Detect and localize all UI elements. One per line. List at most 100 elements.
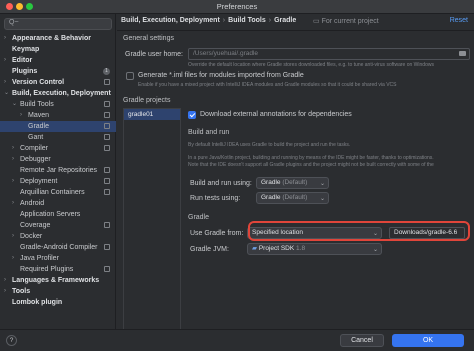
sidebar-item-appearance-behavior[interactable]: › Appearance & Behavior <box>0 33 116 44</box>
breadcrumb: Build, Execution, Deployment › Build Tools… <box>121 17 296 24</box>
project-scope-icon <box>104 134 110 140</box>
sidebar-item-compiler[interactable]: › Compiler <box>0 143 116 154</box>
sidebar-item-label: Android <box>20 200 45 207</box>
sidebar-item-label: Java Profiler <box>20 255 59 262</box>
chevron-right-icon[interactable]: › <box>12 231 19 242</box>
build-run-using-select[interactable]: Gradle (Default) ⌄ <box>256 177 329 189</box>
sidebar-item-build-execution-deployment[interactable]: ⌄ Build, Execution, Deployment <box>0 88 116 99</box>
sidebar-item-languages-frameworks[interactable]: › Languages & Frameworks <box>0 275 116 286</box>
highlight-outline <box>248 221 470 241</box>
project-scope-icon <box>104 145 110 151</box>
build-run-using-label: Build and run using: <box>190 180 252 187</box>
chevron-right-icon[interactable]: › <box>4 33 11 44</box>
reset-link[interactable]: Reset <box>450 17 468 24</box>
sidebar-item-label: Gradle-Android Compiler <box>20 244 98 251</box>
sidebar-item-label: Appearance & Behavior <box>12 35 91 42</box>
gradle-projects-heading: Gradle projects <box>123 97 171 104</box>
chevron-right-icon[interactable]: › <box>4 286 11 297</box>
gradle-jvm-select[interactable]: ▰ Project SDK 1.8 ⌄ <box>247 243 382 255</box>
sidebar-item-editor[interactable]: › Editor <box>0 55 116 66</box>
sidebar-item-label: Build Tools <box>20 101 54 108</box>
ok-button[interactable]: OK <box>392 334 464 347</box>
generate-iml-label: Generate *.iml files for modules importe… <box>138 72 304 79</box>
sidebar-item-label: Docker <box>20 233 43 240</box>
breadcrumb-item[interactable]: Build Tools <box>228 17 266 24</box>
sidebar-item-label: Languages & Frameworks <box>12 277 100 284</box>
sidebar-item-plugins[interactable]: Plugins 1 <box>0 66 116 77</box>
project-scope-icon <box>104 112 110 118</box>
sidebar-item-gradle-android-compiler[interactable]: Gradle-Android Compiler <box>0 242 116 253</box>
sidebar-item-required-plugins[interactable]: Required Plugins <box>0 264 116 275</box>
chevron-right-icon[interactable]: › <box>12 176 19 187</box>
window-title: Preferences <box>216 2 258 11</box>
list-item[interactable]: gradle01 <box>124 109 180 120</box>
download-annotations-checkbox[interactable] <box>188 111 196 119</box>
chevron-right-icon[interactable]: › <box>4 77 11 88</box>
run-tests-using-select[interactable]: Gradle (Default) ⌄ <box>256 192 329 204</box>
sidebar-item-label: Gradle <box>28 123 50 130</box>
chevron-right-icon: › <box>268 17 272 24</box>
settings-search-input[interactable]: Q~ <box>4 18 112 30</box>
chevron-right-icon[interactable]: › <box>4 55 11 66</box>
project-scope-label: ▭ For current project <box>313 18 379 25</box>
sidebar-item-label: Plugins <box>12 68 38 75</box>
project-scope-icon <box>104 123 110 129</box>
chevron-right-icon[interactable]: › <box>12 198 19 209</box>
chevron-right-icon[interactable]: › <box>4 275 11 286</box>
project-scope-icon <box>104 178 110 184</box>
run-tests-using-label: Run tests using: <box>190 195 241 202</box>
search-icon: Q~ <box>9 19 19 26</box>
project-scope-icon <box>104 244 110 250</box>
sidebar-item-tools[interactable]: › Tools <box>0 286 116 297</box>
gradle-user-home-hint: Override the default location where Grad… <box>188 62 434 68</box>
chevron-down-icon[interactable]: ⌄ <box>4 88 11 99</box>
sidebar-item-label: Debugger <box>20 156 51 163</box>
sidebar-item-version-control[interactable]: › Version Control <box>0 77 116 88</box>
sidebar-item-coverage[interactable]: Coverage <box>0 220 116 231</box>
build-and-run-heading: Build and run <box>188 129 230 136</box>
generate-iml-checkbox[interactable] <box>126 72 134 80</box>
sidebar-item-label: Editor <box>12 57 33 64</box>
help-button[interactable]: ? <box>6 335 17 346</box>
sidebar-item-maven[interactable]: › Maven <box>0 110 116 121</box>
sidebar-item-label: Gant <box>28 134 44 141</box>
folder-icon[interactable] <box>459 51 466 56</box>
sidebar-item-build-tools[interactable]: ⌄ Build Tools <box>0 99 116 110</box>
sidebar-item-application-servers[interactable]: Application Servers <box>0 209 116 220</box>
chevron-down-icon: ⌄ <box>319 181 325 187</box>
update-count-badge: 1 <box>103 68 110 75</box>
sidebar-item-docker[interactable]: › Docker <box>0 231 116 242</box>
document-icon: ▭ <box>313 18 322 25</box>
sidebar-item-label: Keymap <box>12 46 40 53</box>
chevron-right-icon[interactable]: › <box>20 110 27 121</box>
sidebar-item-remote-jar-repositories[interactable]: Remote Jar Repositories <box>0 165 116 176</box>
sidebar-item-gant[interactable]: Gant <box>0 132 116 143</box>
general-settings-heading: General settings <box>123 35 174 42</box>
sidebar-item-label: Build, Execution, Deployment <box>12 90 111 97</box>
breadcrumb-item[interactable]: Build, Execution, Deployment <box>121 17 220 24</box>
chevron-right-icon[interactable]: › <box>12 253 19 264</box>
cancel-button[interactable]: Cancel <box>340 334 384 347</box>
sidebar-item-keymap[interactable]: Keymap <box>0 44 116 55</box>
sidebar-item-lombok-plugin[interactable]: Lombok plugin <box>0 297 116 308</box>
chevron-right-icon[interactable]: › <box>12 143 19 154</box>
sidebar-item-label: Coverage <box>20 222 51 229</box>
sidebar-item-deployment[interactable]: › Deployment <box>0 176 116 187</box>
sidebar-item-debugger[interactable]: › Debugger <box>0 154 116 165</box>
sidebar-item-label: Compiler <box>20 145 49 152</box>
project-scope-icon <box>104 266 110 272</box>
settings-content: Build, Execution, Deployment › Build Tools… <box>117 14 474 330</box>
chevron-down-icon[interactable]: ⌄ <box>12 99 19 110</box>
sidebar-item-android[interactable]: › Android <box>0 198 116 209</box>
gradle-user-home-field[interactable]: /Users/yuehuai/.gradle <box>188 48 470 60</box>
sidebar-item-label: Required Plugins <box>20 266 74 273</box>
chevron-right-icon[interactable]: › <box>12 154 19 165</box>
sidebar-item-java-profiler[interactable]: › Java Profiler <box>0 253 116 264</box>
gradle-heading: Gradle <box>188 214 210 221</box>
build-hint: Note that the IDE doesn't support all Gr… <box>188 162 434 168</box>
sidebar-item-gradle[interactable]: Gradle <box>0 121 116 132</box>
gradle-jvm-label: Gradle JVM: <box>190 246 229 253</box>
sidebar-item-arquillian-containers[interactable]: Arquillian Containers <box>0 187 116 198</box>
project-scope-icon <box>104 101 110 107</box>
breadcrumb-item: Gradle <box>274 17 297 24</box>
